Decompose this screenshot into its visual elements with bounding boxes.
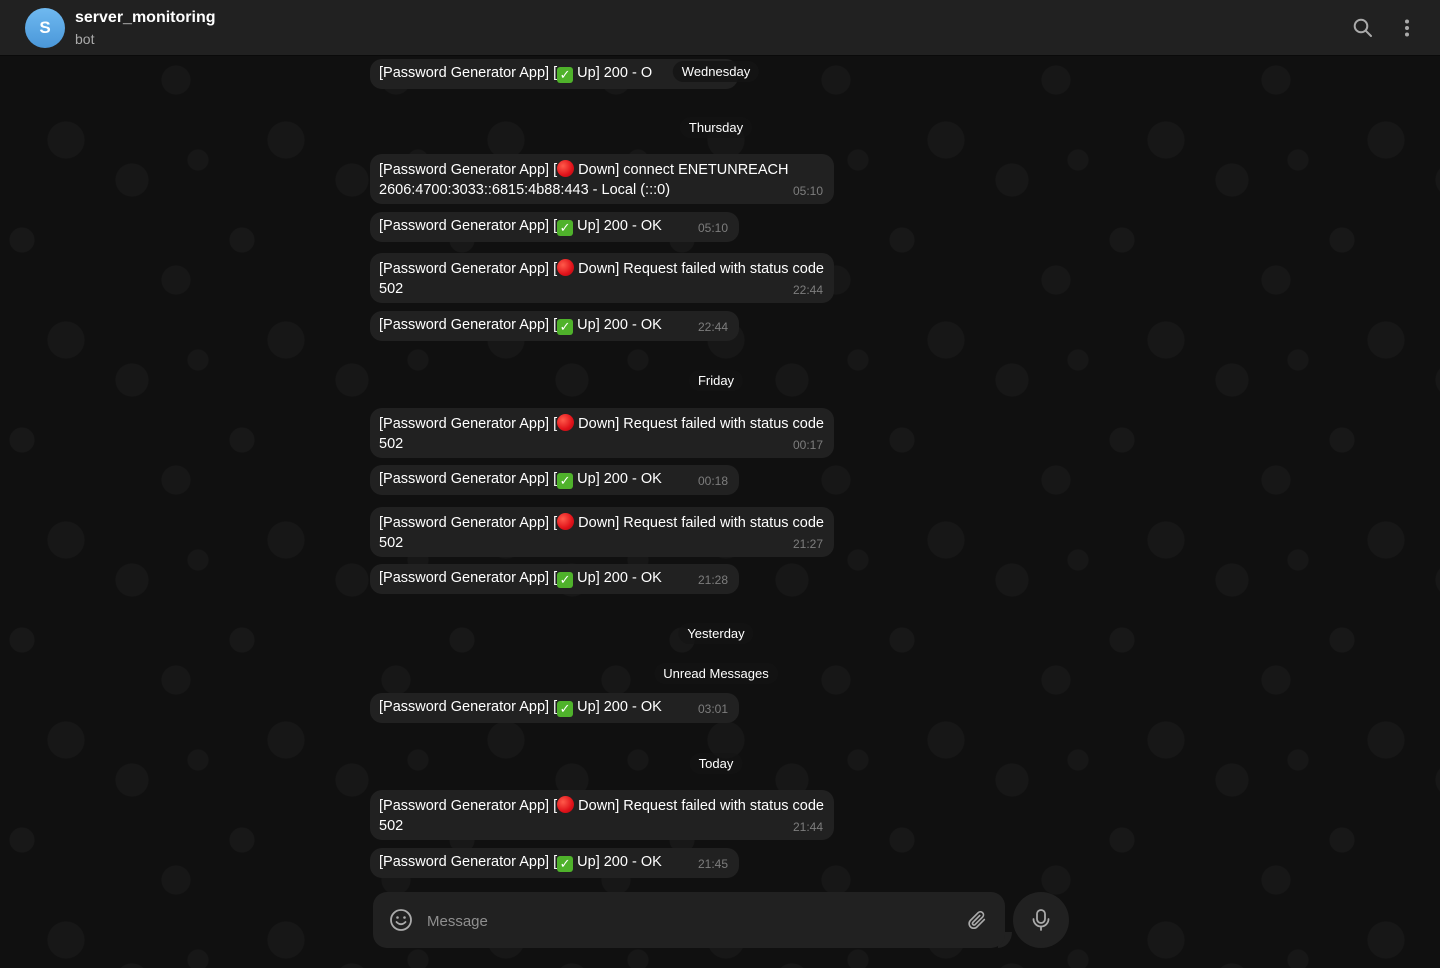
search-button[interactable] bbox=[1347, 12, 1379, 44]
check-mark-button-emoji: ✓ bbox=[557, 473, 574, 489]
message-prefix: [Password Generator App] [ bbox=[379, 416, 558, 432]
message-prefix: [Password Generator App] [ bbox=[379, 162, 558, 178]
date-separator: Wednesday bbox=[672, 61, 760, 82]
message-bubble[interactable]: [Password Generator App] [ Down] Request… bbox=[370, 790, 834, 840]
message-time: 22:44 bbox=[792, 282, 823, 297]
message-bubble[interactable]: [Password Generator App] [✓ Up] 200 - OK… bbox=[370, 465, 739, 495]
paperclip-icon bbox=[968, 910, 986, 930]
red-circle-emoji bbox=[557, 513, 575, 530]
emoji-button[interactable] bbox=[387, 906, 415, 934]
red-circle-emoji bbox=[557, 796, 575, 813]
message-prefix: [Password Generator App] [ bbox=[379, 699, 558, 715]
message-prefix: [Password Generator App] [ bbox=[379, 317, 558, 333]
red-circle-emoji bbox=[557, 259, 575, 276]
date-separator: Today bbox=[689, 753, 743, 774]
message-text: Up] 200 - OK bbox=[573, 218, 662, 234]
message-time: 00:17 bbox=[792, 437, 823, 452]
chat-header: S server_monitoring bot bbox=[0, 0, 1440, 56]
message-time: 21:28 bbox=[697, 572, 728, 587]
message-prefix: [Password Generator App] [ bbox=[379, 65, 558, 81]
message-list[interactable]: [Password Generator App] [✓ Up] 200 - O … bbox=[0, 56, 1440, 968]
message-time: 22:44 bbox=[697, 319, 728, 334]
message-prefix: [Password Generator App] [ bbox=[379, 570, 558, 586]
message-time: 05:10 bbox=[792, 183, 823, 198]
search-icon bbox=[1353, 18, 1372, 37]
message-bubble[interactable]: [Password Generator App] [✓ Up] 200 - OK… bbox=[370, 693, 739, 723]
message-prefix: [Password Generator App] [ bbox=[379, 218, 558, 234]
message-text: Up] 200 - O bbox=[573, 65, 653, 81]
check-mark-button-emoji: ✓ bbox=[557, 319, 574, 335]
message-bubble[interactable]: [Password Generator App] [✓ Up] 200 - OK… bbox=[370, 311, 739, 341]
message-prefix: [Password Generator App] [ bbox=[379, 515, 558, 531]
check-mark-button-emoji: ✓ bbox=[557, 220, 574, 236]
chat-title[interactable]: server_monitoring bbox=[75, 9, 215, 27]
check-mark-button-emoji: ✓ bbox=[557, 572, 574, 588]
date-separator: Friday bbox=[688, 370, 744, 391]
message-text: Up] 200 - OK bbox=[573, 699, 662, 715]
message-bubble[interactable]: [Password Generator App] [ Down] Request… bbox=[370, 408, 834, 458]
voice-message-button[interactable] bbox=[1013, 892, 1069, 948]
message-text: Up] 200 - OK bbox=[573, 570, 662, 586]
check-mark-button-emoji: ✓ bbox=[557, 67, 574, 83]
avatar[interactable]: S bbox=[25, 8, 65, 48]
more-vertical-icon bbox=[1405, 19, 1409, 37]
unread-messages-divider: Unread Messages bbox=[654, 663, 778, 684]
message-bubble[interactable]: [Password Generator App] [ Down] connect… bbox=[370, 154, 834, 204]
message-text: Up] 200 - OK bbox=[573, 854, 662, 870]
message-prefix: [Password Generator App] [ bbox=[379, 798, 558, 814]
app-window: S server_monitoring bot [Password Genera… bbox=[0, 0, 1440, 968]
attach-button[interactable] bbox=[963, 906, 991, 934]
message-input[interactable] bbox=[425, 892, 949, 950]
message-time: 05:10 bbox=[697, 220, 728, 235]
message-time: 03:01 bbox=[697, 701, 728, 716]
message-text: Up] 200 - OK bbox=[573, 471, 662, 487]
red-circle-emoji bbox=[557, 160, 575, 177]
message-bubble[interactable]: [Password Generator App] [✓ Up] 200 - OK… bbox=[370, 212, 739, 242]
red-circle-emoji bbox=[557, 414, 575, 431]
microphone-icon bbox=[1032, 909, 1050, 931]
date-separator: Yesterday bbox=[678, 623, 754, 644]
message-time: 21:44 bbox=[792, 819, 823, 834]
check-mark-button-emoji: ✓ bbox=[557, 856, 574, 872]
message-bubble[interactable]: [Password Generator App] [ Down] Request… bbox=[370, 253, 834, 303]
message-time: 21:27 bbox=[792, 536, 823, 551]
more-options-button[interactable] bbox=[1391, 12, 1423, 44]
message-bubble[interactable]: [Password Generator App] [✓ Up] 200 - OK… bbox=[370, 564, 739, 594]
message-bubble[interactable]: [Password Generator App] [✓ Up] 200 - OK… bbox=[370, 848, 739, 878]
smiley-icon bbox=[390, 909, 412, 931]
message-prefix: [Password Generator App] [ bbox=[379, 854, 558, 870]
message-bubble[interactable]: [Password Generator App] [ Down] Request… bbox=[370, 507, 834, 557]
message-time: 00:18 bbox=[697, 473, 728, 488]
chat-status: bot bbox=[75, 31, 95, 47]
message-prefix: [Password Generator App] [ bbox=[379, 261, 558, 277]
message-composer bbox=[373, 892, 1005, 950]
message-prefix: [Password Generator App] [ bbox=[379, 471, 558, 487]
check-mark-button-emoji: ✓ bbox=[557, 701, 574, 717]
date-separator: Thursday bbox=[679, 117, 753, 138]
message-text: Up] 200 - OK bbox=[573, 317, 662, 333]
message-time: 21:45 bbox=[697, 856, 728, 871]
